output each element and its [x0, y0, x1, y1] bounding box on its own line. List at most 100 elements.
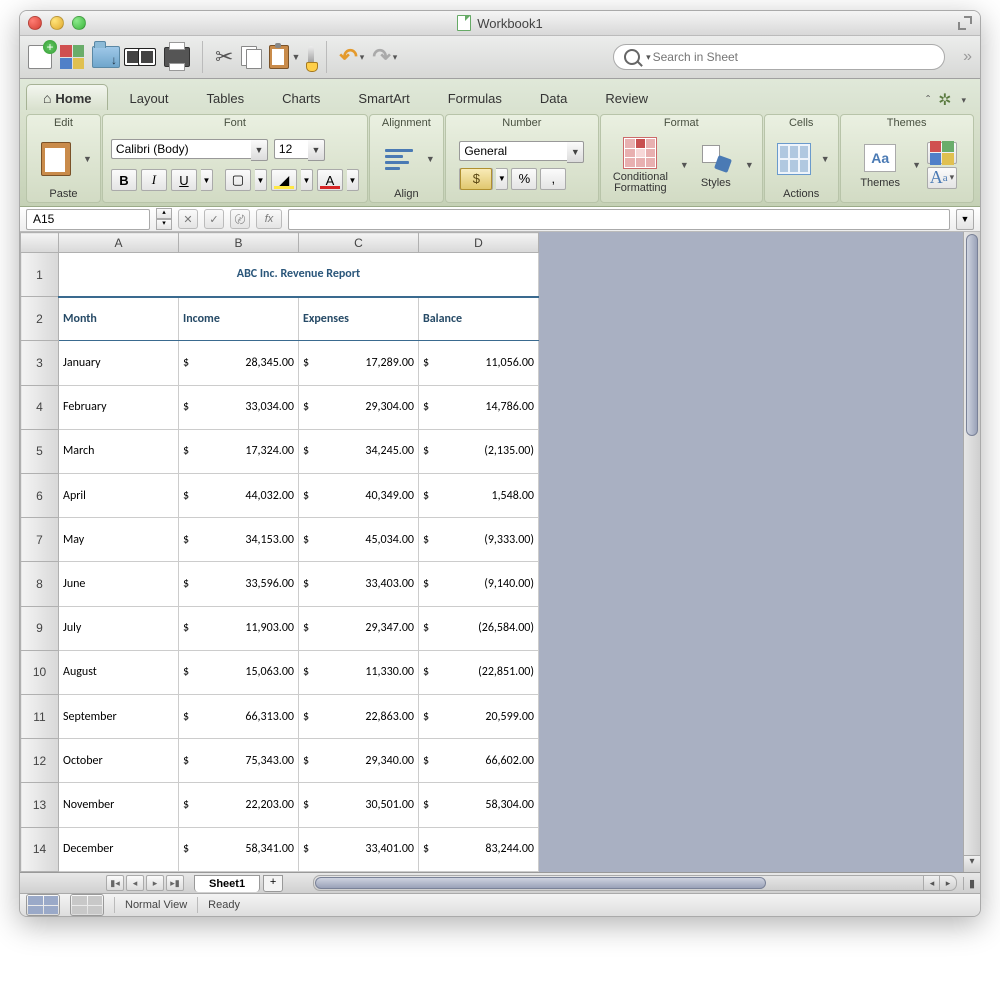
undo-button[interactable]: ↶▾	[339, 44, 364, 70]
font-color-dropdown[interactable]: ▼	[347, 169, 359, 191]
cell[interactable]: $83,244.00	[419, 827, 539, 871]
cell[interactable]: $33,403.00	[299, 562, 419, 606]
cell[interactable]: $22,203.00	[179, 783, 299, 827]
styles-button[interactable]: Styles	[695, 139, 737, 191]
cell-header[interactable]: Month	[59, 297, 179, 341]
horizontal-scrollbar[interactable]: ◂ ▸	[313, 875, 957, 891]
name-box-stepper[interactable]: ▴▾	[156, 208, 172, 230]
sheet-nav-next[interactable]: ▸	[146, 875, 164, 891]
font-color-button[interactable]: A	[317, 169, 343, 191]
row-header[interactable]: 3	[21, 341, 59, 385]
cell-header[interactable]: Income	[179, 297, 299, 341]
sheet-nav-prev[interactable]: ◂	[126, 875, 144, 891]
col-header-a[interactable]: A	[59, 233, 179, 253]
ribbon-tab-charts[interactable]: Charts	[265, 85, 337, 110]
vertical-scrollbar[interactable]: ▾	[963, 232, 980, 872]
currency-dropdown[interactable]: ▼	[496, 168, 508, 190]
cell[interactable]: $22,863.00	[299, 695, 419, 739]
row-header[interactable]: 10	[21, 650, 59, 694]
open-button[interactable]	[92, 44, 120, 70]
sheet-tab-sheet1[interactable]: Sheet1	[194, 875, 260, 892]
cell[interactable]: $17,324.00	[179, 429, 299, 473]
paste-dropdown[interactable]: ▼	[83, 154, 92, 164]
font-name-dropdown[interactable]: ▼	[251, 139, 268, 161]
fill-color-dropdown[interactable]: ▼	[301, 169, 313, 191]
formula-expand-button[interactable]: ▼	[956, 209, 974, 230]
page-layout-view-button[interactable]	[70, 894, 104, 916]
cell[interactable]: $45,034.00	[299, 518, 419, 562]
ribbon-tab-home[interactable]: Home	[26, 84, 108, 110]
fx-button[interactable]: fx	[256, 209, 282, 229]
themes-dropdown[interactable]: ▼	[912, 160, 921, 170]
comma-button[interactable]: ,	[540, 168, 566, 190]
ribbon-settings-icon[interactable]: ✲	[938, 90, 951, 110]
row-header[interactable]: 2	[21, 297, 59, 341]
conditional-formatting-button[interactable]: Conditional Formatting	[609, 134, 672, 196]
cell[interactable]: $28,345.00	[179, 341, 299, 385]
collapse-ribbon-icon[interactable]: ˆ	[926, 93, 930, 107]
paste-big-button[interactable]	[35, 140, 77, 178]
hscroll-right-icon[interactable]: ▸	[939, 876, 956, 890]
cell[interactable]: June	[59, 562, 179, 606]
select-all-corner[interactable]	[21, 233, 59, 253]
cancel-formula-button[interactable]: ✕	[178, 209, 198, 229]
cell[interactable]: $11,056.00	[419, 341, 539, 385]
row-header[interactable]: 5	[21, 429, 59, 473]
paste-button[interactable]: ▼	[269, 44, 300, 70]
cell[interactable]: $58,304.00	[419, 783, 539, 827]
fullscreen-icon[interactable]	[958, 16, 972, 30]
align-dropdown[interactable]: ▼	[426, 154, 435, 164]
formula-input[interactable]	[288, 209, 950, 230]
ribbon-settings-dropdown[interactable]: ▾	[961, 95, 966, 106]
format-painter-button[interactable]	[308, 44, 314, 70]
cell-actions-dropdown[interactable]: ▼	[821, 154, 830, 164]
cell[interactable]: $11,330.00	[299, 650, 419, 694]
cell[interactable]: $33,596.00	[179, 562, 299, 606]
number-format-select[interactable]	[459, 141, 567, 161]
ribbon-tab-data[interactable]: Data	[523, 85, 584, 110]
sheet-nav-first[interactable]: ▮◂	[106, 875, 124, 891]
row-header[interactable]: 7	[21, 518, 59, 562]
currency-button[interactable]: $	[459, 168, 493, 190]
cell[interactable]: $(26,584.00)	[419, 606, 539, 650]
cell[interactable]: $15,063.00	[179, 650, 299, 694]
cell[interactable]: $66,602.00	[419, 739, 539, 783]
cell[interactable]: $66,313.00	[179, 695, 299, 739]
new-workbook-button[interactable]	[28, 44, 52, 70]
styles-dropdown[interactable]: ▼	[745, 160, 754, 170]
cell[interactable]: $75,343.00	[179, 739, 299, 783]
row-header[interactable]: 11	[21, 695, 59, 739]
cell-grid[interactable]: A B C D 1ABC Inc. Revenue Report2MonthIn…	[20, 232, 539, 872]
ribbon-tab-formulas[interactable]: Formulas	[431, 85, 519, 110]
cell[interactable]: $33,401.00	[299, 827, 419, 871]
row-header[interactable]: 13	[21, 783, 59, 827]
cut-button[interactable]: ✂	[215, 44, 233, 70]
formula-builder-button[interactable]: 〄	[230, 209, 250, 229]
cell[interactable]: December	[59, 827, 179, 871]
cell[interactable]: $(9,140.00)	[419, 562, 539, 606]
row-header[interactable]: 12	[21, 739, 59, 783]
search-input[interactable]	[651, 49, 934, 65]
add-sheet-button[interactable]: +	[263, 875, 283, 892]
cell[interactable]: $34,245.00	[299, 429, 419, 473]
cell-header[interactable]: Expenses	[299, 297, 419, 341]
normal-view-button[interactable]	[26, 894, 60, 916]
cell[interactable]: $(9,333.00)	[419, 518, 539, 562]
underline-dropdown[interactable]: ▼	[201, 169, 213, 191]
cell[interactable]: $40,349.00	[299, 474, 419, 518]
cell[interactable]: $30,501.00	[299, 783, 419, 827]
cell[interactable]: September	[59, 695, 179, 739]
row-header[interactable]: 8	[21, 562, 59, 606]
border-button[interactable]: ▢	[225, 169, 251, 191]
italic-button[interactable]: I	[141, 169, 167, 191]
row-header[interactable]: 14	[21, 827, 59, 871]
cell[interactable]: March	[59, 429, 179, 473]
cell-actions-button[interactable]	[773, 140, 815, 178]
cell[interactable]: $20,599.00	[419, 695, 539, 739]
accept-formula-button[interactable]: ✓	[204, 209, 224, 229]
sheet-nav-last[interactable]: ▸▮	[166, 875, 184, 891]
row-header[interactable]: 4	[21, 385, 59, 429]
cell[interactable]: February	[59, 385, 179, 429]
percent-button[interactable]: %	[511, 168, 537, 190]
font-name-input[interactable]	[111, 139, 251, 159]
